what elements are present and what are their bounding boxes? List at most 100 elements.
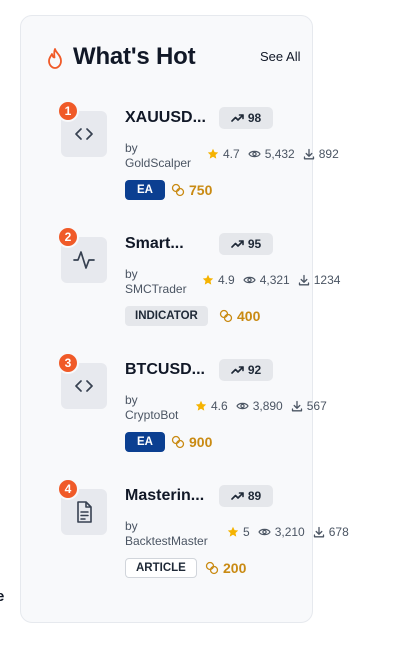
author-line: by CryptoBot [125, 393, 178, 423]
download-icon [313, 526, 325, 538]
rank-badge: 1 [57, 100, 79, 122]
card-header: What's Hot See All [45, 43, 301, 74]
rank-badge: 2 [57, 226, 79, 248]
trend-value: 95 [247, 237, 262, 251]
trend-value: 89 [247, 489, 262, 503]
downloads-stat: 567 [291, 399, 327, 413]
rating-value: 4.9 [218, 273, 235, 287]
see-all-link[interactable]: See All [260, 49, 300, 64]
trending-up-icon [231, 491, 244, 501]
downloads-stat: 1234 [298, 273, 341, 287]
price-value: 200 [223, 560, 247, 576]
author-name[interactable]: BacktestMaster [125, 534, 208, 549]
eye-icon [242, 275, 256, 285]
price-value: 400 [237, 308, 261, 324]
star-icon [227, 526, 239, 538]
download-icon [303, 148, 315, 160]
flame-icon [45, 47, 65, 71]
downloads-value: 678 [328, 525, 349, 539]
hot-item[interactable]: 1 XAUUSD... 98 by GoldScalper 4.7 5,432 892 EA 75… [21, 100, 339, 221]
eye-icon [235, 401, 249, 411]
price-value: 750 [189, 182, 213, 198]
type-badge: EA [125, 180, 165, 200]
coins-icon [205, 561, 219, 575]
document-icon [71, 499, 97, 525]
item-stats: 4.7 5,432 892 [207, 147, 339, 161]
item-price: 200 [205, 558, 246, 578]
rating-value: 4.7 [223, 147, 240, 161]
eye-icon [247, 149, 261, 159]
item-title[interactable]: Masterin... [125, 487, 213, 505]
type-badge: INDICATOR [125, 306, 208, 326]
views-stat: 3,890 [235, 399, 283, 413]
item-stats: 4.9 4,321 1234 [202, 273, 340, 287]
type-badge: EA [125, 432, 165, 452]
trend-score: 98 [219, 107, 273, 129]
code-icon [71, 121, 97, 147]
star-icon [195, 400, 207, 412]
views-stat: 4,321 [242, 273, 290, 287]
author-line: by BacktestMaster [125, 519, 208, 549]
coins-icon [219, 309, 233, 323]
item-price: 400 [219, 306, 260, 326]
item-title[interactable]: XAUUSD... [125, 109, 213, 127]
item-price: 900 [171, 432, 212, 452]
downloads-value: 892 [318, 147, 339, 161]
author-line: by GoldScalper [125, 141, 191, 171]
coins-icon [171, 435, 185, 449]
whats-hot-card: What's Hot See All 1 XAUUSD... 98 by GoldSca… [20, 15, 349, 623]
rank-badge: 3 [57, 352, 79, 374]
type-badge: ARTICLE [125, 558, 197, 578]
rating-value: 5 [243, 525, 250, 539]
hot-item[interactable]: 3 BTCUSD... 92 by CryptoBot 4.6 3,890 567 EA 900 [21, 352, 327, 473]
item-stats: 5 3,210 678 [227, 525, 349, 539]
views-value: 4,321 [259, 273, 290, 287]
trending-up-icon [231, 239, 244, 249]
star-icon [207, 148, 219, 160]
eye-icon [257, 527, 271, 537]
rating-stat: 4.9 [202, 273, 235, 287]
views-value: 3,210 [274, 525, 305, 539]
downloads-value: 1234 [313, 273, 341, 287]
views-value: 3,890 [252, 399, 283, 413]
rating-stat: 4.7 [207, 147, 240, 161]
trend-score: 92 [219, 359, 273, 381]
hot-item[interactable]: 2 Smart... 95 by SMCTrader 4.9 4,321 1234 INDICA… [21, 226, 340, 347]
by-label: by [125, 519, 138, 533]
trend-value: 92 [247, 363, 262, 377]
rating-stat: 5 [227, 525, 250, 539]
item-stats: 4.6 3,890 567 [195, 399, 327, 413]
coins-icon [171, 183, 185, 197]
clipped-side-text: e [0, 588, 5, 605]
item-price: 750 [171, 180, 212, 200]
trending-up-icon [231, 365, 244, 375]
hot-item[interactable]: 4 Masterin... 89 by BacktestMaster 5 3,210 678 A… [21, 478, 349, 599]
author-name[interactable]: SMCTrader [125, 282, 187, 297]
by-label: by [125, 393, 138, 407]
rating-value: 4.6 [211, 399, 228, 413]
author-name[interactable]: CryptoBot [125, 408, 178, 423]
rating-stat: 4.6 [195, 399, 228, 413]
activity-icon [71, 247, 97, 273]
downloads-stat: 892 [303, 147, 339, 161]
trend-score: 95 [219, 233, 273, 255]
views-value: 5,432 [264, 147, 295, 161]
by-label: by [125, 267, 138, 281]
trending-up-icon [231, 113, 244, 123]
download-icon [298, 274, 310, 286]
author-line: by SMCTrader [125, 267, 187, 297]
item-title[interactable]: Smart... [125, 235, 213, 253]
item-title[interactable]: BTCUSD... [125, 361, 213, 379]
price-value: 900 [189, 434, 213, 450]
downloads-value: 567 [306, 399, 327, 413]
trend-score: 89 [219, 485, 273, 507]
download-icon [291, 400, 303, 412]
downloads-stat: 678 [313, 525, 349, 539]
views-stat: 5,432 [247, 147, 295, 161]
star-icon [202, 274, 214, 286]
trend-value: 98 [247, 111, 262, 125]
author-name[interactable]: GoldScalper [125, 156, 191, 171]
code-icon [71, 373, 97, 399]
by-label: by [125, 141, 138, 155]
views-stat: 3,210 [257, 525, 305, 539]
